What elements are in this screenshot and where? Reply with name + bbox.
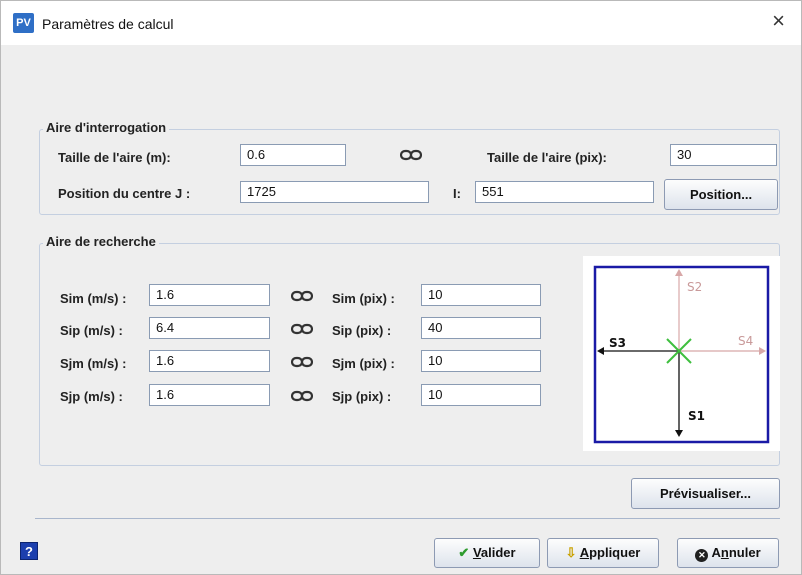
taille-pix-input[interactable]: 30 [670,144,777,166]
annuler-label-pre: A [711,545,721,560]
s2-label: S2 [687,280,702,294]
sim-m-label: Sim (m/s) : [60,291,127,306]
sjm-pix-label: Sjm (pix) : [332,356,395,371]
sjm-pix-input[interactable]: 10 [421,350,541,372]
s4-label: S4 [738,334,753,348]
position-centre-label: Position du centre J : [58,186,191,201]
chain-link-icon[interactable] [400,149,422,161]
annuler-label: nuler [728,545,761,560]
sip-m-input[interactable]: 6.4 [149,317,270,339]
taille-m-input[interactable]: 0.6 [240,144,346,166]
sjm-m-input[interactable]: 1.6 [149,350,270,372]
help-icon[interactable]: ? [20,542,38,560]
sim-pix-label: Sim (pix) : [332,291,395,306]
title-bar: PV Paramètres de calcul × [1,1,801,45]
close-icon[interactable]: × [772,10,785,32]
sjm-m-label: Sjm (m/s) : [60,356,127,371]
appliquer-button[interactable]: ⇩ Appliquer [547,538,659,568]
window-title: Paramètres de calcul [42,16,174,32]
check-icon: ✔ [458,545,470,560]
valider-button[interactable]: ✔ Valider [434,538,540,568]
s1-label: S1 [688,409,705,423]
taille-m-label: Taille de l'aire (m): [58,150,171,165]
valider-accel: V [472,545,481,560]
taille-pix-label: Taille de l'aire (pix): [487,150,607,165]
recherche-legend: Aire de recherche [43,234,159,249]
s3-label: S3 [609,336,626,350]
sim-pix-input[interactable]: 10 [421,284,541,306]
interrogation-legend: Aire d'interrogation [43,120,170,135]
previsualiser-button[interactable]: Prévisualiser... [631,478,780,509]
chain-link-icon[interactable] [291,323,313,335]
arrow-down-icon: ⇩ [565,545,577,560]
search-area-diagram: S2 S4 S3 S1 [583,256,780,451]
separator [35,518,780,519]
appliquer-accel: A [579,545,590,560]
position-i-input[interactable]: 551 [475,181,654,203]
cancel-icon: ✕ [695,549,709,562]
chain-link-icon[interactable] [291,290,313,302]
sjp-pix-input[interactable]: 10 [421,384,541,406]
position-i-label: I: [453,186,461,201]
app-logo-icon: PV [13,13,34,33]
sip-pix-label: Sip (pix) : [332,323,392,338]
sjp-m-input[interactable]: 1.6 [149,384,270,406]
sip-pix-input[interactable]: 40 [421,317,541,339]
sjp-pix-label: Sjp (pix) : [332,389,392,404]
sip-m-label: Sip (m/s) : [60,323,123,338]
annuler-accel: n [720,545,729,560]
chain-link-icon[interactable] [291,356,313,368]
position-j-input[interactable]: 1725 [240,181,429,203]
position-button[interactable]: Position... [664,179,778,210]
annuler-button[interactable]: ✕ Annuler [677,538,779,568]
valider-label: alider [480,545,516,560]
sim-m-input[interactable]: 1.6 [149,284,270,306]
dialog-window: PV Paramètres de calcul × Aire d'interro… [0,0,802,575]
chain-link-icon[interactable] [291,390,313,402]
appliquer-label: ppliquer [589,545,641,560]
sjp-m-label: Sjp (m/s) : [60,389,123,404]
